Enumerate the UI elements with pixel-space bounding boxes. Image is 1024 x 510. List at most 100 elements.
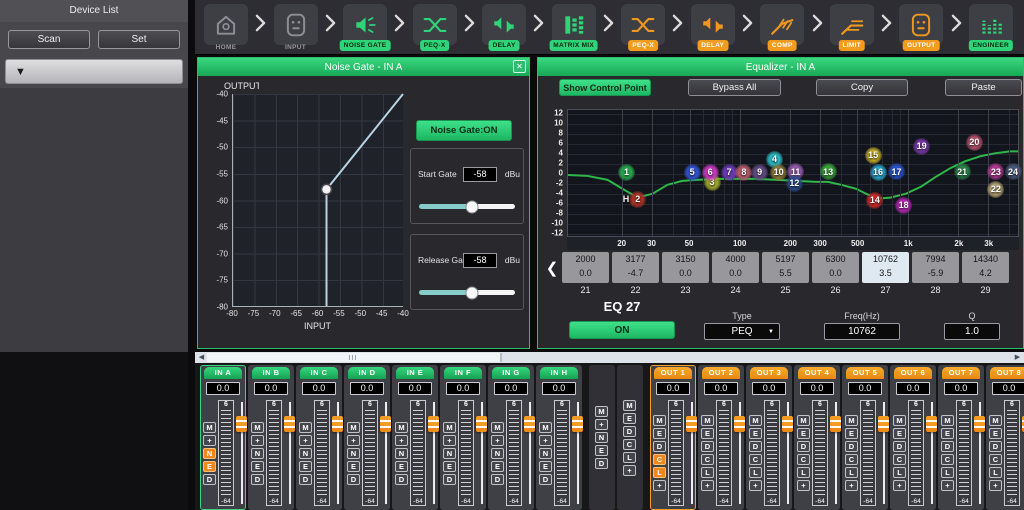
show-control-point-button[interactable]: Show Control Point [559,79,651,96]
channel-strip-out-7[interactable]: OUT 70.0MEDCL+6-64 [938,365,984,510]
channel-button-e[interactable]: E [595,445,608,456]
channel-button-m[interactable]: M [623,400,636,411]
channel-strip-in-d[interactable]: IN D0.0M+NED6-64 [344,365,390,510]
freq-field[interactable]: 10762 [824,323,900,340]
scroll-right-icon[interactable]: ▶ [1012,352,1023,363]
toolbar-item-peq-x[interactable]: PEQ-X [412,0,458,55]
eq-control-point-14[interactable]: 14 [866,192,883,209]
toolbar-item-peq-x[interactable]: PEQ-X [620,0,666,55]
fader-handle[interactable] [830,416,841,432]
eq-band-cell-29[interactable]: 143404.2 [962,252,1009,283]
channel-button-c[interactable]: C [701,454,714,465]
channel-button-m[interactable]: M [845,415,858,426]
fader-track[interactable] [974,402,985,504]
channel-button-m[interactable]: M [299,422,312,433]
channel-button-+[interactable]: + [749,480,762,491]
scroll-left-icon[interactable]: ◀ [196,352,207,363]
fader-track[interactable] [572,402,583,504]
channel-button-n[interactable]: N [203,448,216,459]
channel-button-e[interactable]: E [623,413,636,424]
noise-gate-plot[interactable] [232,94,403,307]
channel-button-m[interactable]: M [701,415,714,426]
fader-handle[interactable] [686,416,697,432]
channel-button-l[interactable]: L [893,467,906,478]
channel-button-e[interactable]: E [395,461,408,472]
fader-handle[interactable] [524,416,535,432]
channel-strip-out-6[interactable]: OUT 60.0MEDCL+6-64 [890,365,936,510]
channel-button-n[interactable]: N [443,448,456,459]
fader-track[interactable] [236,402,247,504]
eq-control-point-10[interactable]: 10 [770,164,787,181]
fader-track[interactable] [926,402,937,504]
copy-button[interactable]: Copy [816,79,908,96]
channel-button-m[interactable]: M [595,406,608,417]
fader-handle[interactable] [476,416,487,432]
noise-gate-power-button[interactable]: Noise Gate:ON [416,120,512,141]
channel-button-m[interactable]: M [797,415,810,426]
channel-strip-out-8[interactable]: OUT 80.0MEDCL+6-64 [986,365,1024,510]
channel-button-e[interactable]: E [989,428,1002,439]
start-gate-slider[interactable] [419,204,515,209]
toolbar-item-delay[interactable]: DELAY [690,0,736,55]
eq-band-cell-27[interactable]: 107623.5 [862,252,909,283]
channel-button-e[interactable]: E [347,461,360,472]
fader-handle[interactable] [926,416,937,432]
channel-button-+[interactable]: + [491,435,504,446]
channel-strip-in-h[interactable]: IN H0.0M+NED6-64 [536,365,582,510]
eq-band-cell-22[interactable]: 3177-4.7 [612,252,659,283]
eq-control-point-18[interactable]: 18 [895,197,912,214]
toolbar-item-comp[interactable]: COMP [759,0,805,55]
eq-control-point-8[interactable]: 8 [735,164,752,181]
channel-button-c[interactable]: C [623,439,636,450]
channel-button-+[interactable]: + [539,435,552,446]
channel-button-n[interactable]: N [347,448,360,459]
channel-strip-out-2[interactable]: OUT 20.0MEDCL+6-64 [698,365,744,510]
channel-button-e[interactable]: E [491,461,504,472]
channel-button-c[interactable]: C [797,454,810,465]
channel-button-+[interactable]: + [845,480,858,491]
eq-band-cell-25[interactable]: 51975.5 [762,252,809,283]
eq-control-point-22[interactable]: 22 [987,181,1004,198]
channel-button-d[interactable]: D [203,474,216,485]
channel-strip-in-c[interactable]: IN C0.0M+NED6-64 [296,365,342,510]
channel-strip-out-1[interactable]: OUT 10.0MEDCL+6-64 [650,365,696,510]
eq-band-cell-26[interactable]: 63000.0 [812,252,859,283]
paste-button[interactable]: Paste [945,79,1022,96]
channel-strip-out-5[interactable]: OUT 50.0MEDCL+6-64 [842,365,888,510]
equalizer-title-bar[interactable]: Equalizer - IN A [538,58,1023,76]
fader-track[interactable] [476,402,487,504]
channel-button-n[interactable]: N [539,448,552,459]
channel-button-l[interactable]: L [845,467,858,478]
channel-button-m[interactable]: M [989,415,1002,426]
release-gate-slider[interactable] [419,290,515,295]
chevron-left-icon[interactable]: ❮ [542,252,562,283]
channel-button-d[interactable]: D [251,474,264,485]
channel-button-n[interactable]: N [299,448,312,459]
slider-thumb[interactable] [465,200,478,213]
fader-handle[interactable] [734,416,745,432]
channel-button-m[interactable]: M [203,422,216,433]
channel-button-e[interactable]: E [443,461,456,472]
eq-band-cell-24[interactable]: 40000.0 [712,252,759,283]
channel-strip-in-a[interactable]: IN A0.0M+NED6-64 [200,365,246,510]
toolbar-item-output[interactable]: OUTPUT [898,0,944,55]
channel-button-d[interactable]: D [845,441,858,452]
channel-button-e[interactable]: E [539,461,552,472]
channel-button-+[interactable]: + [989,480,1002,491]
channel-strip-out-4[interactable]: OUT 40.0MEDCL+6-64 [794,365,840,510]
channel-strip-in-f[interactable]: IN F0.0M+NED6-64 [440,365,486,510]
eq-on-button[interactable]: ON [569,321,675,339]
toolbar-item-delay[interactable]: DELAY [481,0,527,55]
channel-button-l[interactable]: L [989,467,1002,478]
fader-track[interactable] [284,402,295,504]
channel-button-+[interactable]: + [623,465,636,476]
type-select[interactable]: PEQ ▼ [704,323,780,340]
fader-track[interactable] [380,402,391,504]
eq-control-point-13[interactable]: 13 [820,163,837,180]
fader-handle[interactable] [284,416,295,432]
slider-thumb[interactable] [465,286,478,299]
fader-track[interactable] [332,402,343,504]
channel-button-l[interactable]: L [653,467,666,478]
channel-button-n[interactable]: N [251,448,264,459]
fader-track[interactable] [830,402,841,504]
